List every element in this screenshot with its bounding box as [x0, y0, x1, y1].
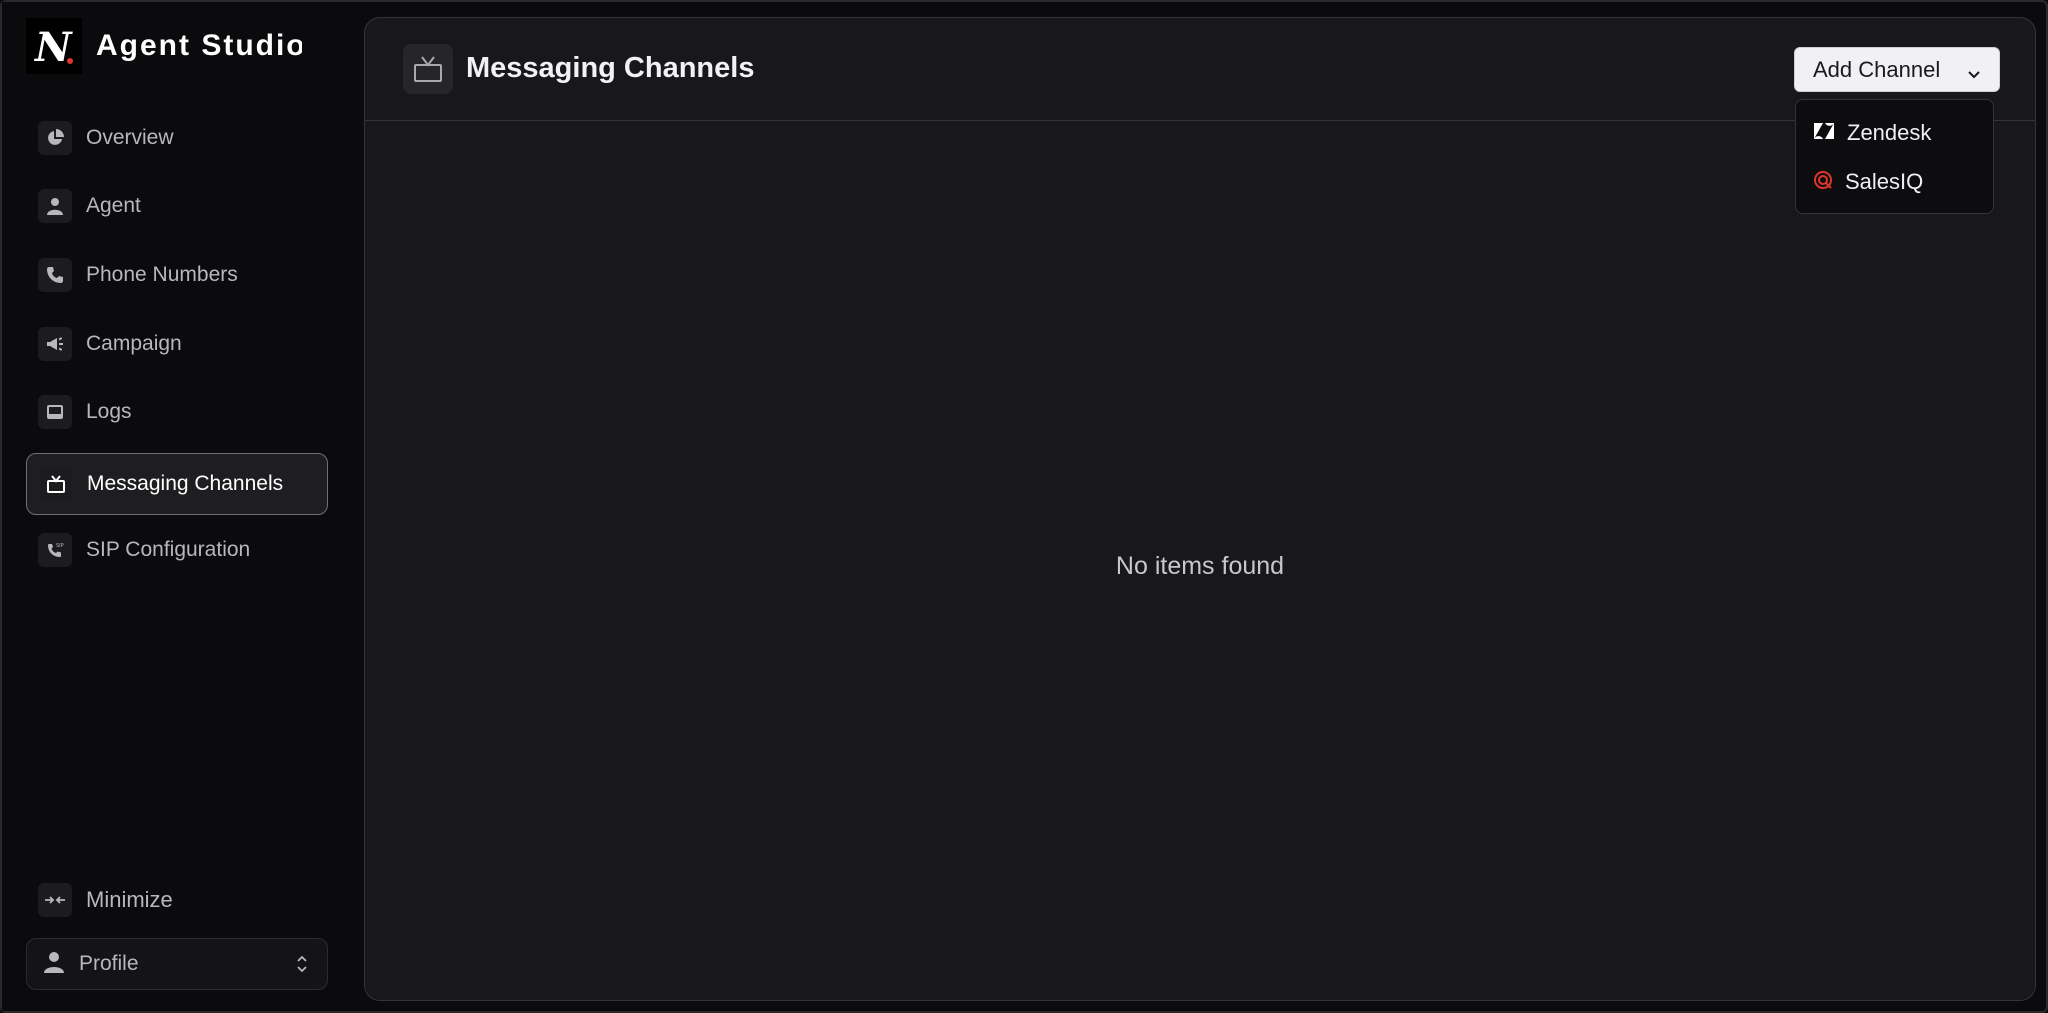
logo-icon: N — [26, 18, 82, 74]
sidebar-item-agent[interactable]: Agent — [26, 175, 328, 237]
profile-label: Profile — [79, 952, 139, 975]
menu-item-salesiq[interactable]: SalesIQ — [1796, 159, 1993, 205]
sidebar-item-label: Overview — [86, 126, 174, 149]
pie-chart-icon — [38, 121, 72, 155]
sidebar-item-label: SIP Configuration — [86, 538, 251, 561]
page-header: Messaging Channels Add Channel — [365, 18, 2035, 121]
tv-icon — [403, 44, 453, 94]
sip-phone-icon: SIP — [38, 533, 72, 567]
sidebar-item-label: Logs — [86, 400, 132, 423]
minimize-label: Minimize — [86, 887, 173, 912]
sidebar-item-label: Phone Numbers — [86, 263, 238, 286]
sidebar-item-phone-numbers[interactable]: Phone Numbers — [26, 244, 328, 306]
phone-icon — [38, 258, 72, 292]
add-channel-button[interactable]: Add Channel — [1794, 47, 2000, 92]
app-window: N Agent Studio Overview Agent Phone Numb… — [0, 0, 2048, 1013]
sidebar-item-sip-configuration[interactable]: SIP SIP Configuration — [26, 519, 328, 581]
sidebar: N Agent Studio Overview Agent Phone Numb… — [2, 2, 364, 1011]
minimize-button[interactable]: Minimize — [38, 880, 173, 920]
sidebar-item-messaging-channels[interactable]: Messaging Channels — [26, 453, 328, 515]
brand[interactable]: N Agent Studio — [26, 18, 302, 74]
svg-text:SIP: SIP — [56, 543, 64, 549]
salesiq-icon — [1813, 170, 1833, 195]
person-icon — [38, 189, 72, 223]
chevron-down-icon — [1967, 62, 1981, 88]
sidebar-item-label: Agent — [86, 194, 141, 217]
add-channel-menu: Zendesk SalesIQ — [1795, 99, 1994, 214]
app-title: Agent Studio — [96, 29, 302, 62]
menu-item-label: SalesIQ — [1845, 169, 1924, 194]
add-channel-label: Add Channel — [1813, 56, 1941, 82]
user-icon — [43, 951, 65, 978]
sidebar-item-label: Campaign — [86, 332, 182, 355]
sidebar-item-label: Messaging Channels — [87, 472, 284, 495]
empty-state-message: No items found — [1115, 552, 1285, 580]
menu-item-label: Zendesk — [1847, 120, 1932, 145]
zendesk-icon — [1813, 122, 1835, 145]
sidebar-item-overview[interactable]: Overview — [26, 107, 328, 169]
main-panel: Messaging Channels Add Channel No items … — [364, 17, 2036, 1001]
terminal-icon — [38, 395, 72, 429]
sidebar-item-logs[interactable]: Logs — [26, 381, 328, 443]
menu-item-zendesk[interactable]: Zendesk — [1796, 110, 1993, 156]
megaphone-icon — [38, 327, 72, 361]
profile-selector[interactable]: Profile — [26, 938, 328, 990]
tv-icon — [39, 467, 73, 501]
chevron-up-down-icon — [295, 953, 309, 980]
collapse-arrows-icon — [38, 883, 72, 917]
sidebar-item-campaign[interactable]: Campaign — [26, 313, 328, 375]
page-title: Messaging Channels — [466, 52, 755, 84]
svg-text:N: N — [33, 24, 73, 71]
